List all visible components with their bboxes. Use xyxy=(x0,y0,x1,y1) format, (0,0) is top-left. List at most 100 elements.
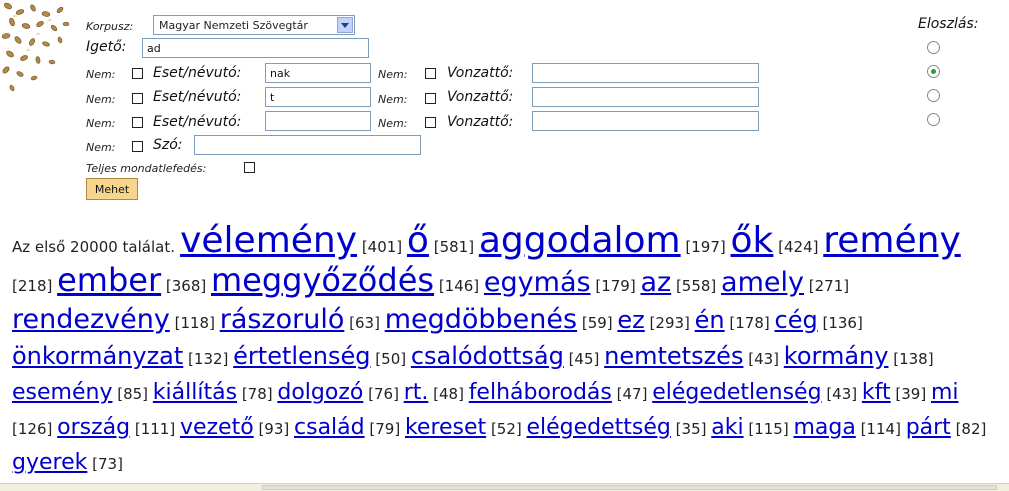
result-word-link[interactable]: én xyxy=(695,306,725,334)
submit-button[interactable]: Mehet xyxy=(86,178,138,200)
result-word-link[interactable]: rászoruló xyxy=(220,304,345,335)
result-count: [271] xyxy=(804,277,850,295)
result-word-link[interactable]: amely xyxy=(721,267,804,298)
case-neg-label: Nem: xyxy=(86,93,116,106)
valency-neg-checkbox[interactable] xyxy=(425,93,436,104)
result-word-link[interactable]: kft xyxy=(862,380,891,405)
result-word-link[interactable]: ő xyxy=(407,220,429,261)
distribution-radio[interactable] xyxy=(927,89,940,102)
result-count: [401] xyxy=(357,238,407,256)
result-count: [48] xyxy=(428,385,469,403)
scrollbar-thumb[interactable] xyxy=(262,485,997,490)
result-word-link[interactable]: meggyőződés xyxy=(211,261,434,299)
result-count: [79] xyxy=(364,420,405,438)
result-word-link[interactable]: kormány xyxy=(784,342,889,370)
result-count: [118] xyxy=(169,314,220,332)
result-word-link[interactable]: mi xyxy=(931,380,959,405)
full-cover-checkbox[interactable] xyxy=(244,162,255,173)
result-word-link[interactable]: ember xyxy=(57,261,161,299)
result-word-link[interactable]: csalódottság xyxy=(411,342,564,370)
result-word-link[interactable]: az xyxy=(640,267,671,298)
word-label: Szó: xyxy=(153,137,183,153)
result-word-link[interactable]: ez xyxy=(617,306,644,334)
result-word-link[interactable]: nemtetszés xyxy=(604,342,743,370)
result-count: [581] xyxy=(428,238,479,256)
valency-input[interactable] xyxy=(532,87,759,107)
result-word-link[interactable]: kiállítás xyxy=(153,380,237,405)
chevron-down-icon[interactable] xyxy=(337,17,353,33)
result-word-link[interactable]: cég xyxy=(775,306,818,334)
result-word-link[interactable]: ország xyxy=(57,415,130,440)
result-word-link[interactable]: elégedetlenség xyxy=(652,380,821,405)
valency-input[interactable] xyxy=(532,111,759,131)
result-word-link[interactable]: felháborodás xyxy=(469,380,612,405)
valency-neg-checkbox[interactable] xyxy=(425,68,436,79)
result-word-link[interactable]: elégedettség xyxy=(527,415,671,440)
result-count: [146] xyxy=(434,277,484,295)
case-label: Eset/névutó: xyxy=(153,89,242,105)
result-count: [136] xyxy=(817,314,863,332)
result-count: [73] xyxy=(87,455,123,473)
result-count: [35] xyxy=(670,420,712,438)
corpus-select-value: Magyar Nemzeti Szövegtár xyxy=(159,19,308,32)
result-count: [138] xyxy=(888,350,934,368)
result-count: [218] xyxy=(12,277,58,295)
verb-input[interactable]: ad xyxy=(142,38,369,58)
result-word-link[interactable]: rendezvény xyxy=(12,304,170,335)
result-word-link[interactable]: kereset xyxy=(405,415,486,440)
valency-neg-label: Nem: xyxy=(378,117,408,130)
result-word-link[interactable]: dolgozó xyxy=(277,380,363,405)
result-word-link[interactable]: család xyxy=(294,415,365,440)
case-label: Eset/névutó: xyxy=(153,114,242,130)
result-count: [59] xyxy=(577,314,618,332)
results-intro: Az első 20000 találat. xyxy=(12,238,175,256)
result-word-link[interactable]: megdöbbenés xyxy=(385,304,577,335)
valency-neg-label: Nem: xyxy=(378,68,408,81)
distribution-radio[interactable] xyxy=(927,113,940,126)
result-word-link[interactable]: értetlenség xyxy=(233,342,370,370)
valency-neg-label: Nem: xyxy=(378,93,408,106)
case-label: Eset/névutó: xyxy=(153,65,242,81)
result-word-link[interactable]: gyerek xyxy=(12,450,87,475)
valency-input[interactable] xyxy=(532,63,759,83)
result-count: [50] xyxy=(370,350,411,368)
result-count: [179] xyxy=(590,277,641,295)
case-neg-checkbox[interactable] xyxy=(132,93,143,104)
result-word-link[interactable]: rt. xyxy=(404,380,429,405)
case-input[interactable]: t xyxy=(265,87,371,107)
case-input[interactable] xyxy=(265,111,371,131)
valency-neg-checkbox[interactable] xyxy=(425,117,436,128)
case-neg-label: Nem: xyxy=(86,68,116,81)
result-count: [63] xyxy=(344,314,385,332)
case-input[interactable]: nak xyxy=(265,63,371,83)
result-word-link[interactable]: esemény xyxy=(12,380,112,405)
radio-selected-dot xyxy=(931,69,936,74)
result-word-link[interactable]: önkormányzat xyxy=(12,342,183,370)
result-word-link[interactable]: aki xyxy=(711,415,743,440)
result-word-link[interactable]: vélemény xyxy=(180,220,357,261)
result-count: [39] xyxy=(890,385,931,403)
word-neg-label: Nem: xyxy=(86,141,116,154)
result-word-link[interactable]: egymás xyxy=(484,267,591,298)
result-count: [114] xyxy=(855,420,906,438)
result-word-link[interactable]: remény xyxy=(823,220,961,261)
case-neg-checkbox[interactable] xyxy=(132,117,143,128)
case-neg-checkbox[interactable] xyxy=(132,68,143,79)
result-word-link[interactable]: maga xyxy=(793,415,855,440)
result-count: [424] xyxy=(773,238,824,256)
result-word-link[interactable]: párt xyxy=(906,415,951,440)
result-word-link[interactable]: vezető xyxy=(180,415,254,440)
distribution-radio[interactable] xyxy=(927,41,940,54)
corpus-select[interactable]: Magyar Nemzeti Szövegtár xyxy=(153,15,355,35)
result-count: [82] xyxy=(950,420,987,438)
result-count: [178] xyxy=(724,314,775,332)
result-word-link[interactable]: aggodalom xyxy=(479,220,681,261)
result-count: [115] xyxy=(743,420,794,438)
word-neg-checkbox[interactable] xyxy=(132,141,143,152)
result-word-link[interactable]: ők xyxy=(731,220,774,261)
result-count: [368] xyxy=(161,277,211,295)
query-form: Korpusz: Magyar Nemzeti Szövegtár Igető:… xyxy=(0,0,900,205)
valency-label: Vonzattő: xyxy=(447,65,514,81)
distribution-radio[interactable] xyxy=(927,65,940,78)
word-input[interactable] xyxy=(194,135,421,155)
